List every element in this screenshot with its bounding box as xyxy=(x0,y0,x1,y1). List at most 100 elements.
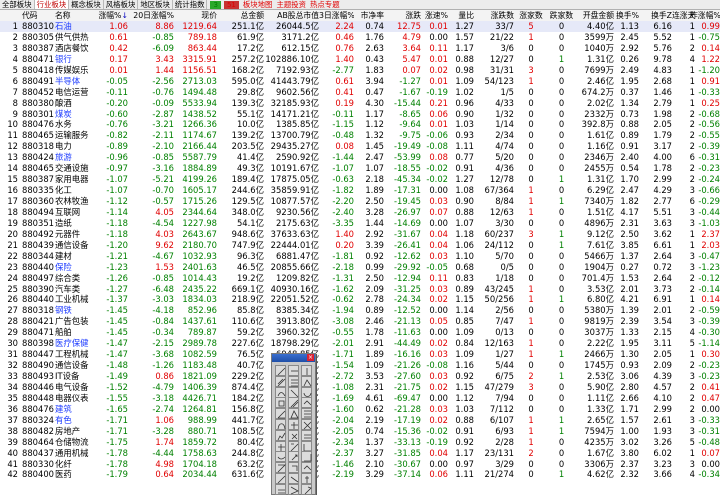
table-row[interactable]: 30 880398 医疗保健 -1.47 -2.15 2989.78 227.6亿 18798… xyxy=(0,338,720,349)
table-row[interactable]: 25 880390 汽车类 -1.27 -6.48 2435.22 669.1亿 40930.… xyxy=(0,284,720,295)
column-header-cap[interactable]: AB股总市值 xyxy=(264,10,319,21)
column-header-up[interactable]: 涨家数 xyxy=(516,10,546,21)
draw-tool-icon[interactable] xyxy=(301,408,312,420)
column-header-open[interactable]: 开盘金额 xyxy=(577,10,614,21)
draw-tool-icon[interactable] xyxy=(275,429,286,441)
table-row[interactable]: 27 880318 钢铁 -1.45 -4.18 852.96 85.8亿 8385.34亿 -… xyxy=(0,305,720,316)
table-row[interactable]: 37880324有色-1.711.06988.99441.7亿27004.08亿… xyxy=(0,415,720,426)
column-header-pb[interactable]: 市净率 xyxy=(355,10,384,21)
table-row[interactable]: 15 880387 家用电器 -1.07 -5.21 4199.26 189.4亿 17875… xyxy=(0,174,720,185)
table-row[interactable]: 35880448电器仪表-1.55-3.184426.71184.2亿10022… xyxy=(0,393,720,404)
draw-tool-icon[interactable] xyxy=(288,483,299,495)
draw-tool-icon[interactable] xyxy=(275,451,286,463)
table-row[interactable]: 11 880465 运输服务 -0.82 -2.11 1174.67 139.2亿 13700… xyxy=(0,130,720,141)
table-row[interactable]: 10 880476 水务 -0.76 -3.21 1266.36 10.0亿 1385.85亿… xyxy=(0,119,720,130)
table-row[interactable]: 19 880351 造纸 -1.18 -4.54 1227.98 54.1亿 2175.63亿… xyxy=(0,218,720,229)
table-row[interactable]: 14 880465 交通设施 -0.97 -3.16 1884.89 49.3亿 10191.… xyxy=(0,163,720,174)
draw-tool-icon[interactable] xyxy=(301,429,312,441)
table-row[interactable]: 16 880335 化工 -1.07 -0.70 1605.17 244.6亿 35859.9… xyxy=(0,185,720,196)
table-row[interactable]: 6 880491 半导体 -0.05 -2.56 2713.03 595.0亿 41443.7… xyxy=(0,76,720,87)
draw-tool-icon[interactable] xyxy=(275,365,286,376)
tab-board-3[interactable]: 风格板块 xyxy=(104,0,139,9)
table-row[interactable]: 21 880439 通信设备 -1.20 9.62 2180.70 747.9亿 22444.… xyxy=(0,240,720,251)
table-row[interactable]: 2 880305 供气供热 0.61 -0.85 789.18 61.9亿 3171.2亿 0.… xyxy=(0,32,720,43)
table-row[interactable]: 23 880440 保险 -1.23 1.53 2401.63 46.5亿 20855.66亿… xyxy=(0,262,720,273)
draw-tool-icon[interactable] xyxy=(301,483,312,495)
column-header-no[interactable] xyxy=(0,10,18,21)
draw-tool-icon[interactable] xyxy=(288,440,299,452)
tab-board-4[interactable]: 地区板块 xyxy=(138,0,173,9)
table-row[interactable]: 5 880418 传媒娱乐 0.01 1.44 1156.51 168.2亿 7192.93亿… xyxy=(0,65,720,76)
table-row[interactable]: 9 880301 煤炭 -0.60 -2.87 1438.52 55.1亿 14171.21亿… xyxy=(0,109,720,120)
draw-tool-icon[interactable] xyxy=(275,473,286,484)
draw-tool-icon[interactable] xyxy=(275,483,286,495)
table-row[interactable]: 32880490通信设备-1.48-1.261183.4840.7亿3880.3… xyxy=(0,360,720,371)
table-row[interactable]: 40880437通用机械-1.78-4.441758.63244.8亿14564… xyxy=(0,448,720,459)
table-row[interactable]: 29 880471 船舶 -1.45 -0.34 789.87 59.2亿 3960.32亿 -… xyxy=(0,327,720,338)
column-header-chg3[interactable]: 3日涨幅% xyxy=(319,10,354,21)
tab-board-1[interactable]: 行业板块 xyxy=(34,0,70,9)
board-link-2[interactable]: 热点专题 xyxy=(310,0,340,10)
column-header-turn[interactable]: 换手% xyxy=(614,10,639,21)
column-header-down[interactable]: 跌家数 xyxy=(546,10,577,21)
draw-tool-icon[interactable] xyxy=(275,440,286,452)
tab-board-0[interactable]: 全部板块 xyxy=(0,0,35,9)
table-row[interactable]: 26 880440 工业机械 -1.37 -3.03 1834.03 218.9亿 22051… xyxy=(0,294,720,305)
column-header-code[interactable]: 代码 xyxy=(22,10,56,21)
table-row[interactable]: 8 880380 酿酒 -0.20 -0.09 5533.94 139.3亿 32185.93… xyxy=(0,98,720,109)
toolbox-titlebar[interactable]: × xyxy=(272,354,315,362)
draw-tool-icon[interactable] xyxy=(301,473,312,484)
drawing-toolbox[interactable]: × xyxy=(271,353,316,495)
table-row[interactable]: 13 880424 旅游 -0.96 -0.85 5587.79 41.4亿 2590.92亿… xyxy=(0,152,720,163)
draw-tool-icon[interactable] xyxy=(301,440,312,452)
board-link-1[interactable]: 主题投资 xyxy=(276,0,306,10)
draw-tool-icon[interactable] xyxy=(288,473,299,484)
draw-tool-icon[interactable] xyxy=(288,386,299,398)
table-row[interactable]: 34880446电气设备-1.52-4.791406.39874.4亿47371… xyxy=(0,382,720,393)
table-row[interactable]: 1 880310 石油 1.06 8.86 1219.64 251.1亿 26044.5亿 2.… xyxy=(0,21,720,32)
toolbox-close-icon[interactable]: × xyxy=(307,354,314,361)
draw-tool-icon[interactable] xyxy=(301,386,312,398)
table-row[interactable]: 33880493IT设备-1.490.861821.09229.2亿13110.… xyxy=(0,371,720,382)
table-row[interactable]: 41880330化纤-1.784.981704.1863.2亿3209.02亿-… xyxy=(0,459,720,470)
column-header-adv[interactable]: 涨跌数 xyxy=(475,10,514,21)
draw-tool-icon[interactable] xyxy=(288,419,299,430)
draw-tool-icon[interactable] xyxy=(288,408,299,420)
draw-tool-icon[interactable] xyxy=(288,365,299,376)
column-header-chg20[interactable]: 20日涨幅% xyxy=(130,10,174,21)
draw-tool-icon[interactable] xyxy=(301,397,312,409)
draw-tool-icon[interactable] xyxy=(288,397,299,409)
draw-tool-icon[interactable] xyxy=(288,451,299,463)
column-header-prev[interactable]: 昨涨幅% xyxy=(690,10,720,21)
draw-tool-icon[interactable] xyxy=(275,419,286,430)
draw-tool-icon[interactable] xyxy=(301,365,312,376)
table-row[interactable]: 7 880452 电信运营 -0.11 -0.76 1494.48 29.8亿 9602.56… xyxy=(0,87,720,98)
table-row[interactable]: 3 880387 酒店餐饮 0.42 -6.09 863.44 17.2亿 612.15亿 0.… xyxy=(0,43,720,54)
draw-tool-icon[interactable] xyxy=(301,419,312,430)
draw-tool-icon[interactable] xyxy=(301,462,312,474)
column-header-amount[interactable]: 总金额 xyxy=(219,10,264,21)
table-row[interactable]: 38880482房地产-1.71-3.28880.71108.5亿13071.3… xyxy=(0,426,720,437)
column-header-chg[interactable]: 涨幅%↓ xyxy=(95,10,128,21)
table-row[interactable]: 42880400医药-1.790.642034.44631.6亿37426.50… xyxy=(0,469,720,480)
board-link-0[interactable]: 板块地图 xyxy=(243,0,273,10)
column-header-price[interactable]: 现价 xyxy=(174,10,217,21)
table-row[interactable]: 22 880344 建材 -1.21 -4.67 1032.93 96.3亿 6881.47亿… xyxy=(0,251,720,262)
draw-tool-icon[interactable] xyxy=(275,462,286,474)
table-row[interactable]: 36880476建筑-1.65-2.741264.81156.8亿18844.6… xyxy=(0,404,720,415)
table-row[interactable]: 18 880494 互联网 -1.14 4.05 2344.64 348.0亿 9230.56… xyxy=(0,207,720,218)
column-header-vr[interactable]: 量比 xyxy=(448,10,474,21)
draw-tool-icon[interactable] xyxy=(288,462,299,474)
draw-tool-icon[interactable] xyxy=(275,397,286,409)
table-row[interactable]: 12 880318 电力 -0.89 -2.10 2166.44 203.5亿 29435.2… xyxy=(0,141,720,152)
table-row[interactable]: 17 880360 农林牧渔 -1.12 -0.57 1715.26 129.5亿 10877… xyxy=(0,196,720,207)
table-row[interactable]: 20 880492 元器件 -1.18 4.03 2643.67 948.6亿 37633.6… xyxy=(0,229,720,240)
draw-tool-icon[interactable] xyxy=(275,375,286,387)
draw-tool-icon[interactable] xyxy=(275,408,286,420)
tab-board-5[interactable]: 统计指数 xyxy=(173,0,208,9)
table-row[interactable]: 31880447工程机械-1.47-3.681082.5976.5亿6948.8… xyxy=(0,349,720,360)
column-header-turnz[interactable]: 换手Z xyxy=(640,10,672,21)
table-row[interactable]: 28 880421 广告包装 -1.45 -0.84 1437.61 110.6亿 3913.… xyxy=(0,316,720,327)
draw-tool-icon[interactable] xyxy=(275,386,286,398)
column-header-rise[interactable]: 涨跌 xyxy=(386,10,421,21)
